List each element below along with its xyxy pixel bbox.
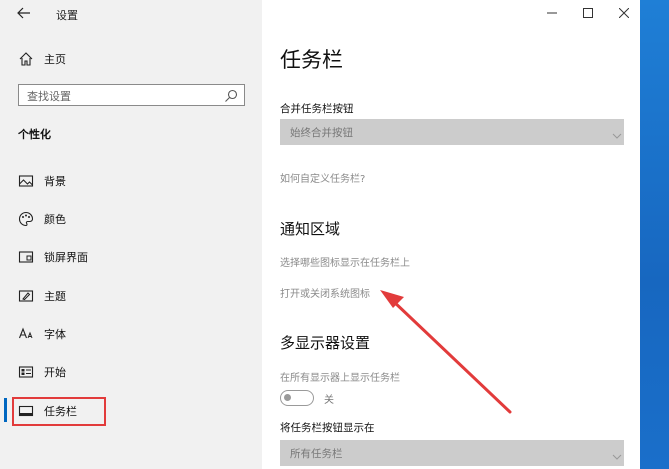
sidebar-item-background[interactable]: 背景	[0, 166, 262, 196]
buttons-display-dropdown[interactable]: 所有任务栏	[280, 440, 624, 466]
toggle-knob	[284, 394, 291, 401]
combine-buttons-value: 始终合并按钮	[290, 127, 353, 139]
system-icons-link[interactable]: 打开或关闭系统图标	[280, 285, 370, 300]
sidebar-item-label: 锁屏界面	[44, 251, 88, 264]
palette-icon	[18, 211, 34, 227]
settings-window: 设置 主页 查找设置 个性化 背景 颜色 锁屏界面 主题 字体 开始 任务栏 任…	[0, 0, 640, 469]
font-icon	[18, 326, 34, 342]
main-pane: 任务栏 合并任务栏按钮 始终合并按钮 如何自定义任务栏? 通知区域 选择哪些图标…	[262, 0, 640, 469]
select-icons-link[interactable]: 选择哪些图标显示在任务栏上	[280, 254, 410, 269]
home-icon	[18, 51, 34, 67]
sidebar-item-lock-screen[interactable]: 锁屏界面	[0, 242, 262, 272]
maximize-icon[interactable]	[574, 4, 602, 24]
sidebar: 设置 主页 查找设置 个性化 背景 颜色 锁屏界面 主题 字体 开始 任务栏	[0, 0, 262, 469]
window-title: 设置	[56, 9, 78, 22]
buttons-display-label: 将任务栏按钮显示在	[280, 422, 375, 434]
customize-taskbar-link[interactable]: 如何自定义任务栏?	[280, 170, 365, 185]
sidebar-item-home[interactable]: 主页	[0, 44, 262, 74]
annotation-highlight-box	[12, 397, 106, 426]
lock-screen-icon	[18, 249, 34, 265]
sidebar-item-label: 颜色	[44, 213, 66, 226]
desktop-background	[640, 0, 669, 469]
sidebar-item-label: 主页	[44, 53, 66, 66]
toggle-state-label: 关	[324, 395, 334, 406]
notification-area-heading: 通知区域	[280, 220, 341, 238]
combine-buttons-dropdown[interactable]: 始终合并按钮	[280, 119, 624, 145]
show-on-all-displays-label: 在所有显示器上显示任务栏	[280, 373, 400, 384]
sidebar-item-label: 开始	[44, 366, 66, 379]
theme-brush-icon	[18, 288, 34, 304]
search-placeholder: 查找设置	[27, 90, 71, 103]
sidebar-item-label: 字体	[44, 328, 66, 341]
sidebar-item-themes[interactable]: 主题	[0, 281, 262, 311]
search-icon	[224, 88, 238, 102]
minimize-icon[interactable]	[538, 4, 566, 24]
buttons-display-value: 所有任务栏	[290, 448, 343, 460]
chevron-down-icon	[612, 126, 622, 139]
section-title: 个性化	[18, 128, 51, 141]
sidebar-item-label: 背景	[44, 175, 66, 188]
sidebar-item-colors[interactable]: 颜色	[0, 204, 262, 234]
close-icon[interactable]	[610, 4, 638, 24]
sidebar-item-fonts[interactable]: 字体	[0, 319, 262, 349]
title-bar: 设置	[0, 0, 262, 30]
multi-display-heading: 多显示器设置	[280, 334, 371, 352]
show-on-all-displays-toggle[interactable]	[280, 390, 314, 406]
page-title: 任务栏	[280, 48, 343, 72]
sidebar-item-start[interactable]: 开始	[0, 357, 262, 387]
chevron-down-icon	[612, 447, 622, 460]
picture-icon	[18, 173, 34, 189]
sidebar-item-label: 主题	[44, 290, 66, 303]
start-menu-icon	[18, 364, 34, 380]
search-input[interactable]: 查找设置	[18, 84, 245, 106]
combine-buttons-label: 合并任务栏按钮	[280, 103, 354, 115]
back-arrow-icon[interactable]	[14, 6, 34, 24]
